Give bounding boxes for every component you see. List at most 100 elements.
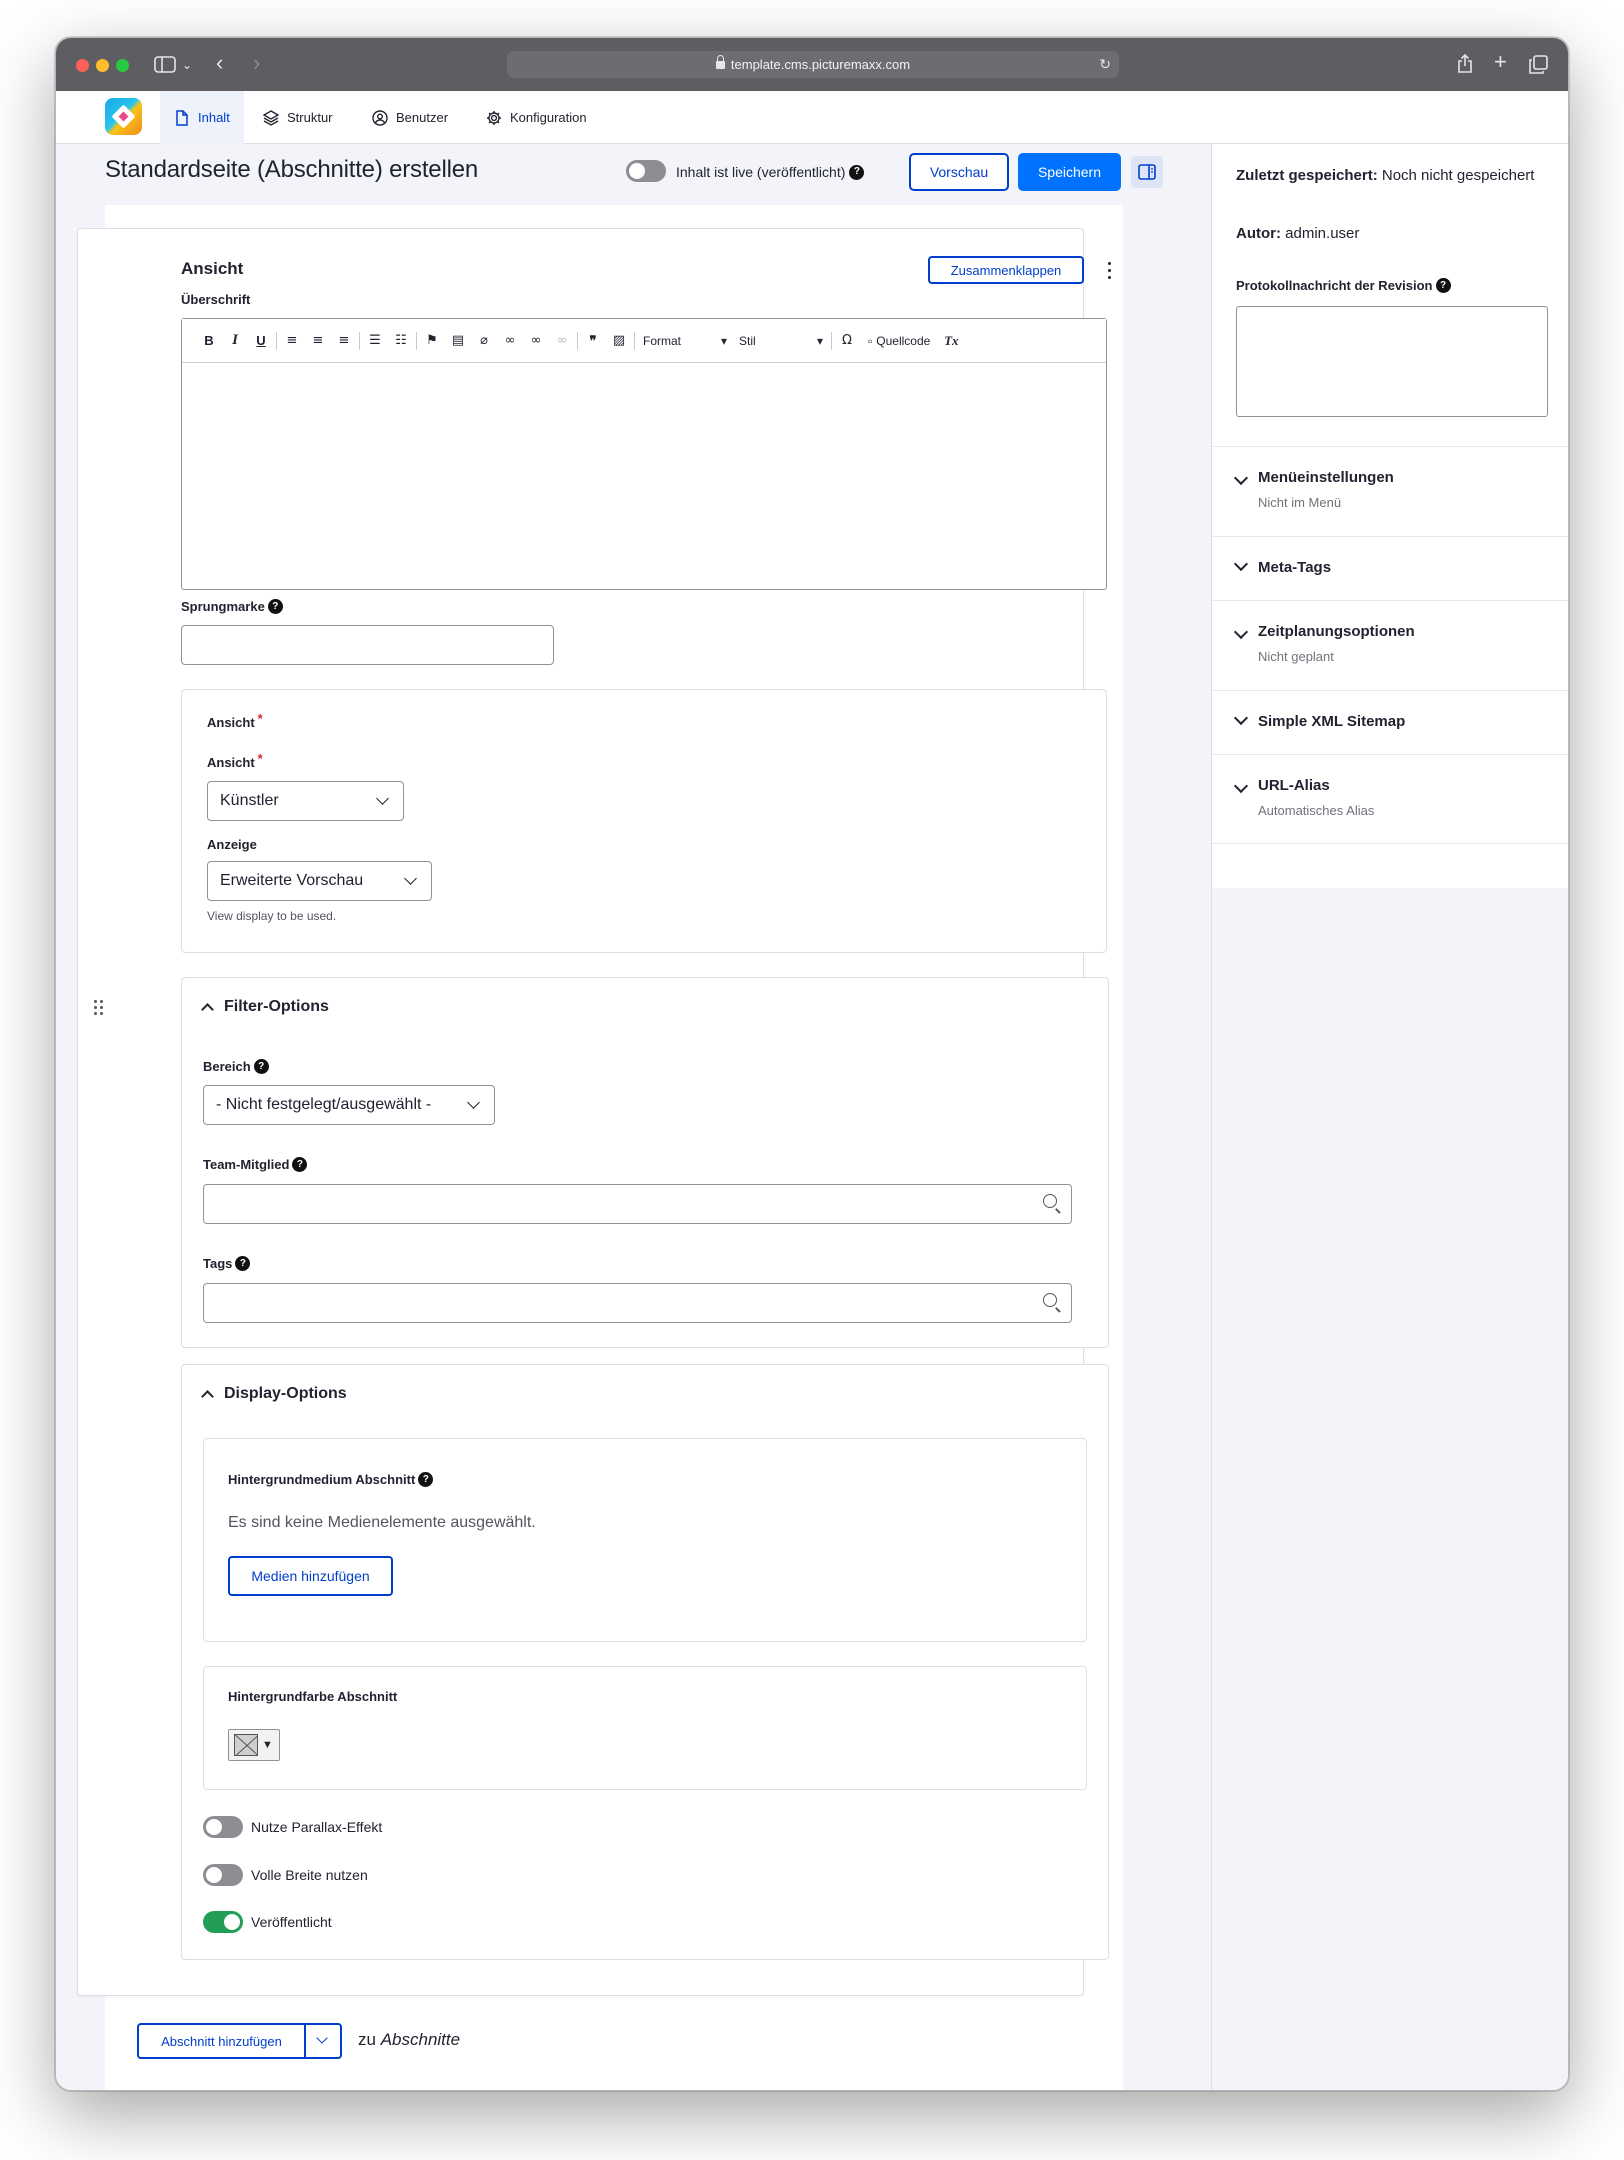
drag-handle-icon[interactable] — [94, 1000, 106, 1016]
new-tab-icon[interactable]: + — [1494, 51, 1507, 73]
back-icon[interactable]: ‹ — [216, 52, 223, 74]
paragraph-title: Ansicht — [181, 259, 244, 278]
align-right-icon[interactable]: ≡ — [331, 333, 357, 348]
add-section-target-name: Abschnitte — [380, 2030, 461, 2049]
sidebar-toggle-icon[interactable] — [154, 56, 176, 76]
toolbar-divider — [634, 331, 635, 350]
reload-icon[interactable]: ↻ — [1099, 51, 1111, 78]
underline-button[interactable]: U — [248, 333, 274, 348]
address-bar[interactable]: template.cms.picturemaxx.com ↻ — [507, 51, 1119, 78]
view-select[interactable]: Künstler — [207, 781, 404, 821]
image-icon[interactable]: ▨ — [606, 333, 632, 348]
accordion-xml-sitemap[interactable]: Simple XML Sitemap — [1212, 690, 1568, 754]
close-window-button[interactable] — [76, 59, 89, 72]
author-value: admin.user — [1285, 225, 1360, 242]
team-label-wrap: Team-Mitglied? — [203, 1157, 308, 1172]
bg-color-label: Hintergrundfarbe Abschnitt — [228, 1689, 398, 1704]
paperclip-icon[interactable]: ⌀ — [471, 333, 497, 348]
tab-inhalt[interactable]: Inhalt — [160, 91, 244, 144]
help-icon[interactable]: ? — [235, 1256, 251, 1271]
parallax-toggle[interactable] — [203, 1816, 243, 1838]
browser-chrome: ⌄ ‹ › template.cms.picturemaxx.com ↻ + — [56, 38, 1568, 91]
live-toggle[interactable] — [626, 160, 666, 182]
add-media-button[interactable]: Medien hinzufügen — [228, 1556, 393, 1596]
tab-benutzer[interactable]: Benutzer — [358, 91, 462, 144]
bullet-list-icon[interactable]: ☰ — [362, 333, 388, 348]
save-button[interactable]: Speichern — [1018, 153, 1121, 191]
anchor-input[interactable] — [181, 625, 554, 665]
team-autocomplete-input[interactable] — [203, 1184, 1072, 1224]
accordion-url-alias[interactable]: URL-Alias Automatisches Alias — [1212, 754, 1568, 844]
sidebar-panel-toggle-button[interactable] — [1131, 156, 1163, 188]
numbered-list-icon[interactable]: ☷ — [388, 333, 414, 348]
search-icon — [1043, 1194, 1057, 1208]
forward-icon[interactable]: › — [253, 52, 260, 74]
paste-text-icon[interactable]: ▤ — [445, 333, 471, 348]
source-button[interactable]: ▫ Quellcode — [860, 334, 938, 348]
italic-button[interactable]: I — [222, 332, 248, 349]
heading-editor: B I U ≡ ≡ ≡ ☰ ☷ ⚑ ▤ ⌀ ∞ ∞ ∞ ❞ ▨ Format ▾ … — [181, 318, 1107, 590]
add-section-button[interactable]: Abschnitt hinzufügen — [139, 2025, 306, 2057]
display-description: View display to be used. — [207, 909, 337, 923]
tab-konfiguration[interactable]: Konfiguration — [472, 91, 601, 144]
help-icon[interactable]: ? — [267, 599, 283, 614]
help-icon[interactable]: ? — [849, 164, 865, 180]
remove-format-icon[interactable]: Tx — [938, 333, 964, 349]
view-label: Ansicht — [207, 755, 255, 770]
help-icon[interactable]: ? — [253, 1059, 269, 1074]
style-select[interactable]: Stil ▾ — [733, 334, 829, 348]
view-label-wrap: Ansicht * — [207, 751, 263, 770]
tab-label: Konfiguration — [510, 110, 587, 125]
accordion-meta-tags[interactable]: Meta-Tags — [1212, 536, 1568, 600]
gear-icon — [486, 110, 502, 126]
bold-button[interactable]: B — [196, 333, 222, 348]
tab-struktur[interactable]: Struktur — [249, 91, 347, 144]
app-logo[interactable] — [105, 98, 142, 135]
align-left-icon[interactable]: ≡ — [279, 333, 305, 348]
accordion-title: Meta-Tags — [1258, 559, 1332, 576]
blockquote-icon[interactable]: ❞ — [580, 333, 606, 349]
caret-down-icon: ▾ — [816, 333, 823, 348]
published-toggle[interactable] — [203, 1911, 243, 1933]
chevron-down-icon[interactable]: ⌄ — [182, 56, 192, 74]
share-icon[interactable] — [1457, 53, 1473, 77]
display-options-title: Display-Options — [224, 1385, 347, 1402]
style-label: Stil — [739, 333, 756, 348]
link-alt-icon[interactable]: ∞ — [523, 333, 549, 348]
tab-overview-icon[interactable] — [1529, 55, 1548, 77]
full-width-toggle[interactable] — [203, 1864, 243, 1886]
editor-body[interactable] — [182, 363, 1106, 589]
area-label-wrap: Bereich? — [203, 1059, 269, 1074]
minimize-window-button[interactable] — [96, 59, 109, 72]
bg-color-picker[interactable]: ▼ — [228, 1729, 280, 1761]
source-file-icon: ▫ — [868, 333, 873, 348]
caret-down-icon: ▾ — [720, 333, 727, 348]
format-select[interactable]: Format ▾ — [637, 334, 733, 348]
help-icon[interactable]: ? — [418, 1472, 434, 1487]
more-actions-icon[interactable] — [1108, 262, 1112, 283]
help-icon[interactable]: ? — [1435, 278, 1451, 293]
toolbar-divider — [276, 331, 277, 350]
accordion-menu-settings[interactable]: Menüeinstellungen Nicht im Menü — [1212, 446, 1568, 536]
link-icon[interactable]: ∞ — [497, 333, 523, 348]
tags-autocomplete-input[interactable] — [203, 1283, 1072, 1323]
display-options-summary[interactable]: Display-Options — [201, 1385, 347, 1403]
revision-log-textarea[interactable] — [1236, 306, 1548, 417]
view-group-title: Ansicht — [207, 715, 255, 730]
accordion-scheduling[interactable]: Zeitplanungsoptionen Nicht geplant — [1212, 600, 1568, 690]
area-select[interactable]: - Nicht festgelegt/ausgewählt - — [203, 1085, 495, 1125]
collapse-button[interactable]: Zusammenklappen — [928, 256, 1084, 284]
preview-button[interactable]: Vorschau — [909, 153, 1009, 191]
display-select[interactable]: Erweiterte Vorschau — [207, 861, 432, 901]
toolbar-divider — [359, 331, 360, 350]
align-center-icon[interactable]: ≡ — [305, 333, 331, 348]
add-section-dropdown-toggle[interactable] — [306, 2025, 340, 2057]
help-icon[interactable]: ? — [292, 1157, 308, 1172]
chevron-down-icon — [1233, 556, 1249, 572]
zoom-window-button[interactable] — [116, 59, 129, 72]
source-label: Quellcode — [876, 333, 931, 348]
unlink-icon[interactable]: ∞ — [549, 333, 575, 348]
filter-options-summary[interactable]: Filter-Options — [201, 998, 329, 1016]
anchor-flag-icon[interactable]: ⚑ — [419, 333, 445, 348]
special-char-icon[interactable]: Ω — [834, 333, 860, 348]
